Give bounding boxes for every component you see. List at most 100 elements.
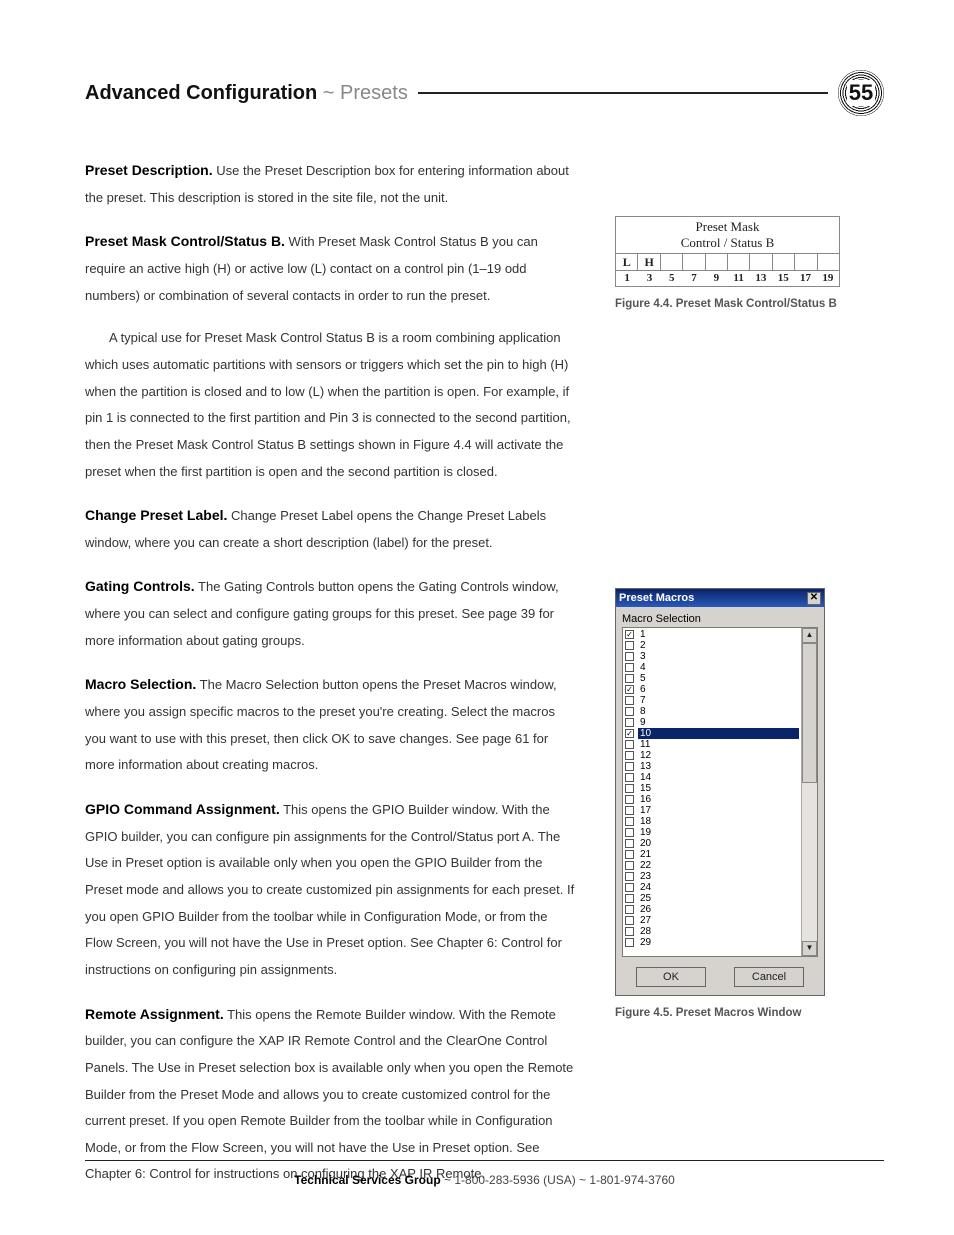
macro-checkbox[interactable] bbox=[625, 751, 634, 760]
macro-checkbox[interactable] bbox=[625, 927, 634, 936]
macro-listbox[interactable]: ✓12345✓6789✓1011121314151617181920212223… bbox=[622, 627, 818, 957]
macro-number: 24 bbox=[638, 882, 799, 893]
mask-cell[interactable] bbox=[795, 254, 817, 270]
close-icon[interactable]: ✕ bbox=[807, 592, 821, 605]
para-change-preset-label: Change Preset Label. Change Preset Label… bbox=[85, 501, 575, 556]
mask-cell[interactable] bbox=[683, 254, 705, 270]
mask-cell[interactable] bbox=[706, 254, 728, 270]
list-item[interactable]: 21 bbox=[625, 849, 799, 860]
list-item[interactable]: 22 bbox=[625, 860, 799, 871]
preset-macros-window: Preset Macros ✕ Macro Selection ✓12345✓6… bbox=[615, 588, 825, 996]
list-item[interactable]: 7 bbox=[625, 695, 799, 706]
footer-phones: ~ 1-800-283-5936 (USA) ~ 1-801-974-3760 bbox=[441, 1173, 675, 1187]
macro-checkbox[interactable] bbox=[625, 696, 634, 705]
macro-checkbox[interactable] bbox=[625, 641, 634, 650]
mask-cell[interactable] bbox=[728, 254, 750, 270]
list-item[interactable]: 3 bbox=[625, 651, 799, 662]
list-item[interactable]: 24 bbox=[625, 882, 799, 893]
figure-4-4-caption: Figure 4.4. Preset Mask Control/Status B bbox=[615, 295, 840, 313]
macro-checkbox[interactable] bbox=[625, 762, 634, 771]
list-item[interactable]: 4 bbox=[625, 662, 799, 673]
list-item[interactable]: 18 bbox=[625, 816, 799, 827]
macro-checkbox[interactable] bbox=[625, 806, 634, 815]
mask-cell[interactable] bbox=[773, 254, 795, 270]
mask-cell[interactable]: L bbox=[616, 254, 638, 270]
macro-checkbox[interactable] bbox=[625, 773, 634, 782]
mask-pin-number: 19 bbox=[817, 272, 839, 284]
figure-4-5: Preset Macros ✕ Macro Selection ✓12345✓6… bbox=[615, 588, 825, 1022]
list-item[interactable]: 23 bbox=[625, 871, 799, 882]
title-bold: Advanced Configuration bbox=[85, 82, 317, 104]
mask-title-1: Preset Mask bbox=[616, 217, 839, 235]
mask-cell[interactable] bbox=[818, 254, 839, 270]
ok-button[interactable]: OK bbox=[636, 967, 706, 987]
macro-checkbox[interactable] bbox=[625, 828, 634, 837]
list-item[interactable]: 5 bbox=[625, 673, 799, 684]
macro-checkbox[interactable] bbox=[625, 938, 634, 947]
macro-checkbox[interactable] bbox=[625, 718, 634, 727]
section-title: Advanced Configuration ~ Presets bbox=[85, 82, 408, 105]
macro-checkbox[interactable] bbox=[625, 663, 634, 672]
macro-checkbox[interactable] bbox=[625, 839, 634, 848]
list-item[interactable]: 26 bbox=[625, 904, 799, 915]
mask-cell[interactable] bbox=[661, 254, 683, 270]
scroll-up-icon[interactable]: ▲ bbox=[802, 628, 817, 643]
macro-number: 12 bbox=[638, 750, 799, 761]
list-item[interactable]: ✓10 bbox=[625, 728, 799, 739]
macro-checkbox[interactable] bbox=[625, 707, 634, 716]
scroll-thumb[interactable] bbox=[802, 643, 817, 783]
macro-checkbox[interactable] bbox=[625, 883, 634, 892]
list-item[interactable]: 9 bbox=[625, 717, 799, 728]
list-item[interactable]: 17 bbox=[625, 805, 799, 816]
list-item[interactable]: 14 bbox=[625, 772, 799, 783]
macro-checkbox[interactable]: ✓ bbox=[625, 685, 634, 694]
list-item[interactable]: 25 bbox=[625, 893, 799, 904]
macro-checkbox[interactable] bbox=[625, 905, 634, 914]
mask-cell[interactable] bbox=[750, 254, 772, 270]
mask-pin-number: 9 bbox=[705, 272, 727, 284]
macro-checkbox[interactable] bbox=[625, 795, 634, 804]
mask-pin-number: 5 bbox=[661, 272, 683, 284]
macro-checkbox[interactable] bbox=[625, 740, 634, 749]
page-number-badge: 55 bbox=[838, 70, 884, 116]
page-footer: Technical Services Group ~ 1-800-283-593… bbox=[85, 1160, 884, 1187]
list-item[interactable]: 8 bbox=[625, 706, 799, 717]
list-item[interactable]: 15 bbox=[625, 783, 799, 794]
macro-number: 15 bbox=[638, 783, 799, 794]
scroll-down-icon[interactable]: ▼ bbox=[802, 941, 817, 956]
macro-checkbox[interactable]: ✓ bbox=[625, 729, 634, 738]
list-item[interactable]: ✓6 bbox=[625, 684, 799, 695]
macro-number: 26 bbox=[638, 904, 799, 915]
list-item[interactable]: 11 bbox=[625, 739, 799, 750]
macro-number: 9 bbox=[638, 717, 799, 728]
list-item[interactable]: 20 bbox=[625, 838, 799, 849]
macro-number: 20 bbox=[638, 838, 799, 849]
macro-number: 17 bbox=[638, 805, 799, 816]
mask-pin-number: 11 bbox=[727, 272, 749, 284]
list-item[interactable]: 16 bbox=[625, 794, 799, 805]
list-item[interactable]: 27 bbox=[625, 915, 799, 926]
macro-checkbox[interactable] bbox=[625, 652, 634, 661]
list-item[interactable]: 29 bbox=[625, 937, 799, 948]
list-item[interactable]: 12 bbox=[625, 750, 799, 761]
para-gpio: GPIO Command Assignment. This opens the … bbox=[85, 795, 575, 984]
macro-checkbox[interactable] bbox=[625, 872, 634, 881]
list-item[interactable]: 28 bbox=[625, 926, 799, 937]
window-title: Preset Macros bbox=[619, 592, 694, 604]
macro-checkbox[interactable] bbox=[625, 674, 634, 683]
macro-number: 3 bbox=[638, 651, 799, 662]
macro-checkbox[interactable] bbox=[625, 916, 634, 925]
list-item[interactable]: 2 bbox=[625, 640, 799, 651]
macro-checkbox[interactable] bbox=[625, 850, 634, 859]
macro-checkbox[interactable] bbox=[625, 894, 634, 903]
macro-checkbox[interactable] bbox=[625, 817, 634, 826]
macro-checkbox[interactable] bbox=[625, 784, 634, 793]
scrollbar[interactable]: ▲ ▼ bbox=[801, 628, 817, 956]
mask-cell[interactable]: H bbox=[638, 254, 660, 270]
macro-checkbox[interactable] bbox=[625, 861, 634, 870]
list-item[interactable]: 19 bbox=[625, 827, 799, 838]
list-item[interactable]: 13 bbox=[625, 761, 799, 772]
cancel-button[interactable]: Cancel bbox=[734, 967, 804, 987]
list-item[interactable]: ✓1 bbox=[625, 629, 799, 640]
macro-checkbox[interactable]: ✓ bbox=[625, 630, 634, 639]
